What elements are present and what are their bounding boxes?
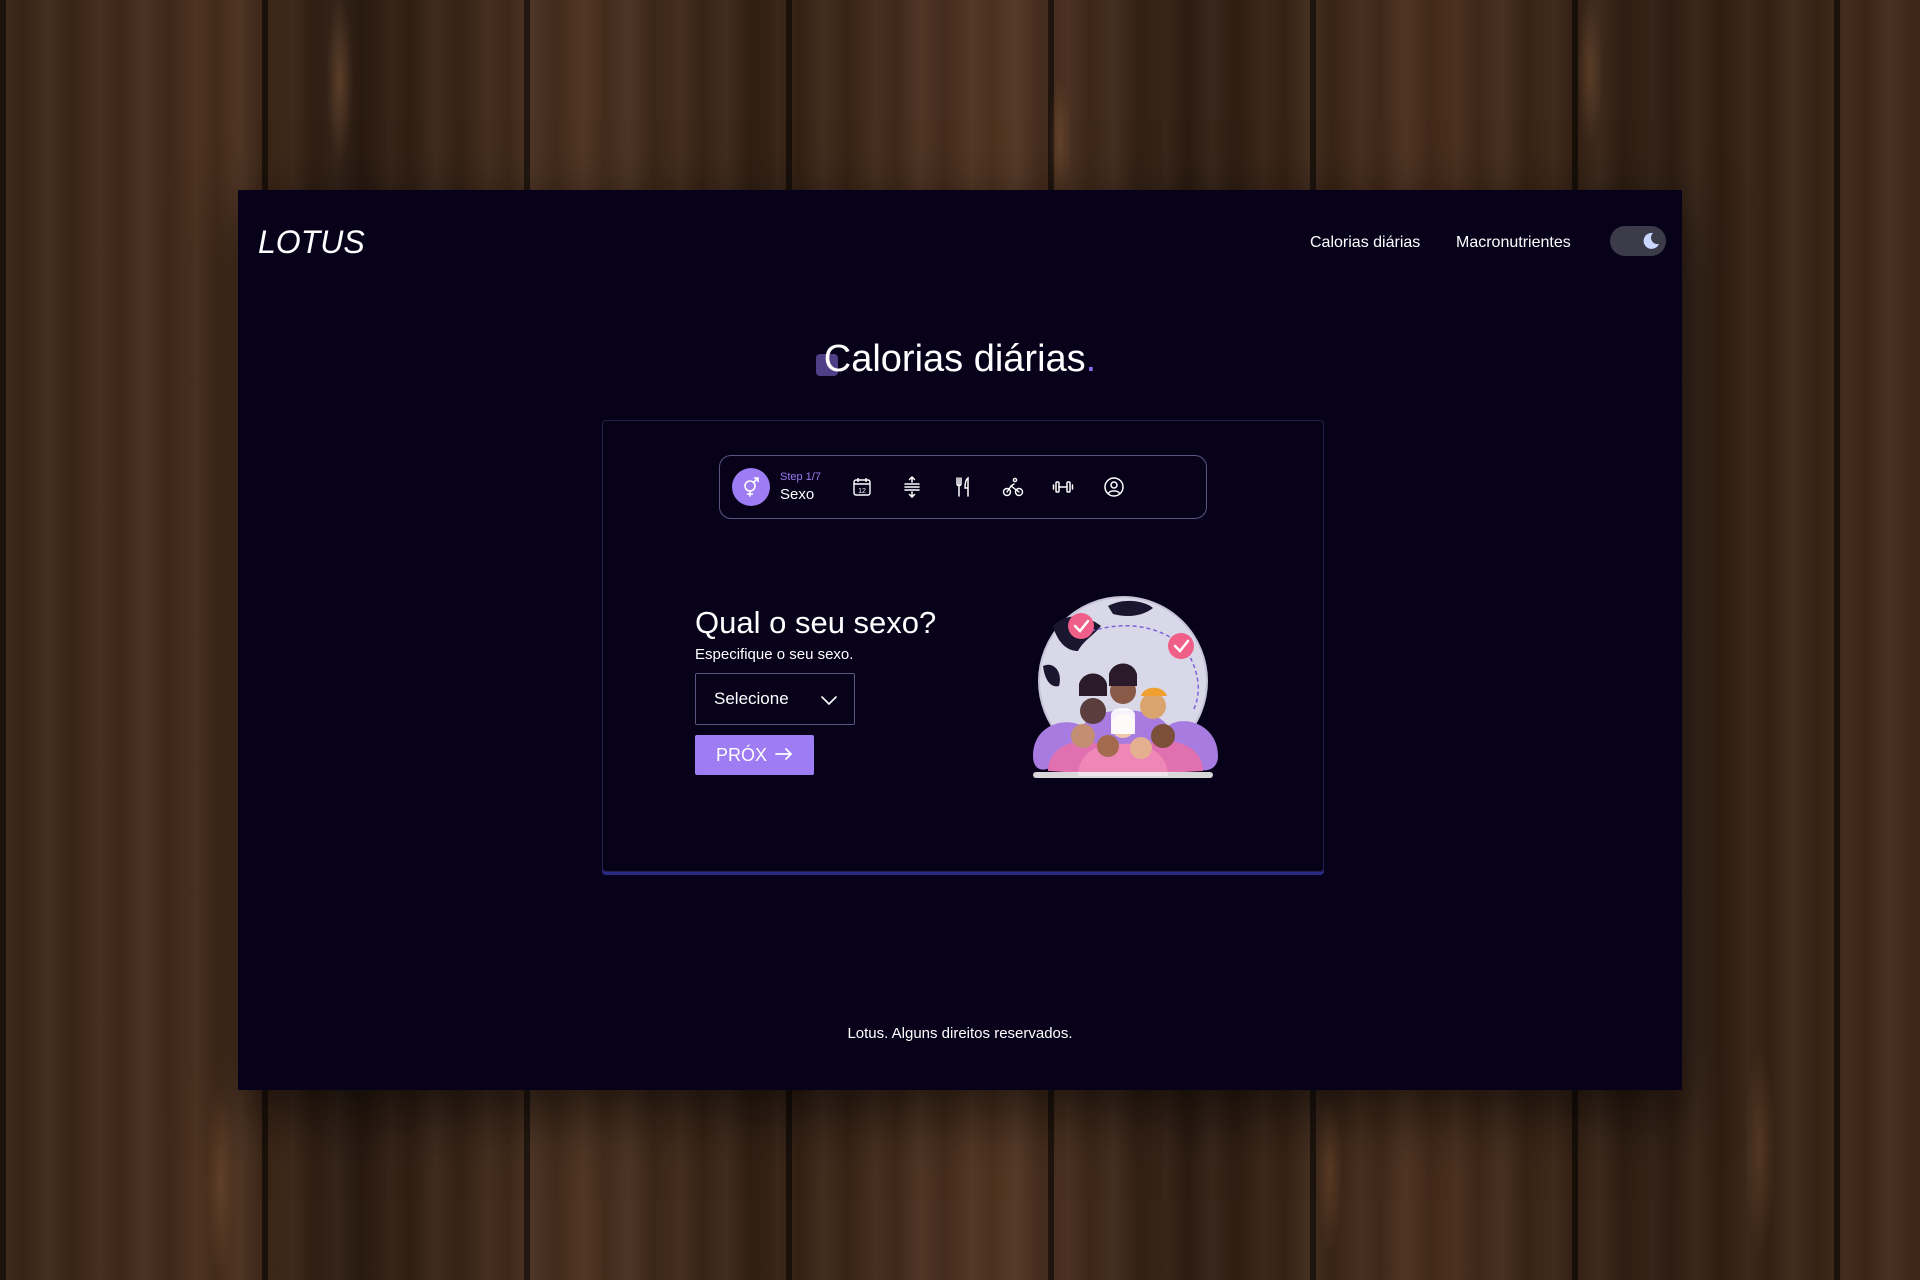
- step-sexo[interactable]: Step 1/7 Sexo: [732, 468, 821, 506]
- question-hint: Especifique o seu sexo.: [695, 646, 854, 663]
- logo[interactable]: LOTUS: [258, 224, 365, 261]
- height-icon[interactable]: [900, 475, 924, 499]
- people-globe-illustration: [1023, 596, 1223, 800]
- next-button-label: PRÓX: [715, 744, 767, 765]
- stepper: Step 1/7 Sexo 12: [719, 455, 1207, 519]
- step-name: Sexo: [780, 486, 815, 503]
- moon-icon: [1641, 231, 1661, 251]
- bike-icon[interactable]: [1001, 475, 1025, 499]
- page-title: Calorias diárias.: [815, 338, 1096, 381]
- user-circle-icon[interactable]: [1102, 475, 1126, 499]
- chevron-down-icon: [820, 692, 838, 712]
- select-value: Selecione: [714, 689, 789, 708]
- calculator-card: Step 1/7 Sexo 12 Qual o seu sexo? Especi…: [602, 420, 1324, 872]
- question-heading: Qual o seu sexo?: [695, 605, 937, 640]
- nav-link-macronutrientes[interactable]: Macronutrientes: [1456, 234, 1571, 252]
- calendar-icon[interactable]: 12: [850, 475, 874, 499]
- next-button[interactable]: PRÓX: [695, 735, 814, 775]
- footer-text: Lotus. Alguns direitos reservados.: [847, 1025, 1073, 1042]
- step-counter: Step 1/7: [780, 471, 821, 483]
- app-window: LOTUS Calorias diárias Macronutrientes C…: [238, 190, 1682, 1090]
- arrow-right-icon: [775, 745, 793, 766]
- utensils-icon[interactable]: [951, 475, 975, 499]
- theme-toggle[interactable]: [1610, 226, 1666, 256]
- dumbbell-icon[interactable]: [1051, 475, 1075, 499]
- gender-icon: [732, 468, 770, 506]
- svg-text:12: 12: [858, 488, 866, 495]
- sex-select[interactable]: Selecione: [695, 673, 855, 725]
- nav-link-calorias[interactable]: Calorias diárias: [1310, 234, 1420, 252]
